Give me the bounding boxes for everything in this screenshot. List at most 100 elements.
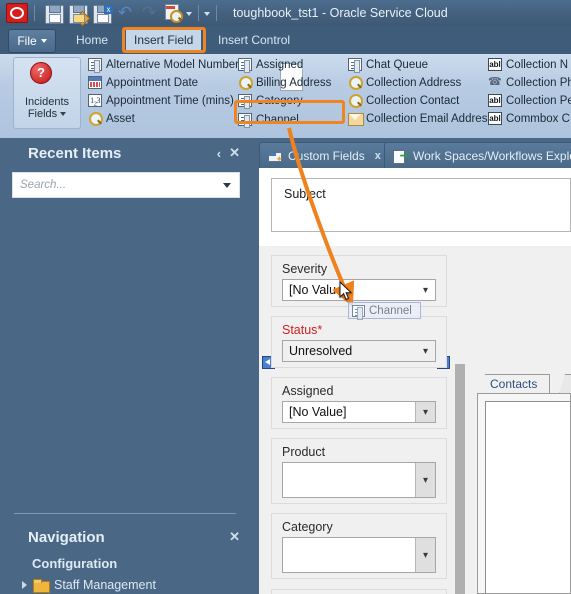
form-field-category[interactable]: Category ▾ xyxy=(271,513,447,579)
tab-home[interactable]: Home xyxy=(68,29,116,51)
category-value xyxy=(283,538,415,572)
status-value: Unresolved xyxy=(289,344,353,358)
toolbar-separator xyxy=(34,5,35,21)
field-label: Alternative Model Number xyxy=(106,58,239,71)
chevron-left-icon[interactable]: ‹ xyxy=(217,146,221,161)
field-label: Collection Contact xyxy=(366,94,460,107)
contacts-grid[interactable] xyxy=(485,401,570,593)
contacts-panel: Contacts xyxy=(465,364,571,594)
chevron-down-icon[interactable] xyxy=(223,182,231,188)
vertical-splitter[interactable] xyxy=(455,364,465,594)
tab-contacts-next[interactable] xyxy=(559,374,571,395)
ribbon-column-3: Chat Queue Collection Address Collection… xyxy=(348,56,493,128)
save-icon[interactable] xyxy=(43,3,64,24)
recent-items-title: Recent Items xyxy=(28,144,122,162)
text-abl-icon: abl xyxy=(488,112,502,125)
preview-icon[interactable] xyxy=(163,3,183,23)
redo-icon[interactable]: ↷ xyxy=(139,3,159,23)
field-collection-contact[interactable]: Collection Contact xyxy=(348,92,493,109)
save-and-edit-icon[interactable] xyxy=(67,3,91,27)
field-collection-name[interactable]: abl Collection N xyxy=(488,56,571,73)
close-icon[interactable]: ✕ xyxy=(229,529,240,545)
form-field-product[interactable]: Product ▾ xyxy=(271,438,447,504)
combobox-icon xyxy=(352,304,365,320)
form-field-partial[interactable] xyxy=(271,589,447,594)
tab-insert-control[interactable]: Insert Control xyxy=(210,29,298,51)
tab-contacts[interactable]: Contacts xyxy=(477,374,551,395)
category-label: Category xyxy=(282,520,333,534)
form-field-status[interactable]: Status* Unresolved ▾ xyxy=(271,316,447,368)
tab-custom-fields[interactable]: ✦ Custom Fields x xyxy=(259,142,390,169)
customize-quick-access-icon[interactable] xyxy=(203,4,212,22)
navigation-subtitle: Configuration xyxy=(32,555,118,571)
toolbar-separator xyxy=(198,5,199,21)
field-appointment-date[interactable]: Appointment Date xyxy=(88,74,239,91)
field-billing-address[interactable]: Billing Address xyxy=(238,74,331,91)
drag-ghost-channel: Channel xyxy=(348,302,421,320)
folder-icon xyxy=(33,579,50,593)
field-chat-queue[interactable]: Chat Queue xyxy=(348,56,493,73)
navigation-panel: Navigation ✕ Configuration Staff Managem… xyxy=(0,522,250,594)
tab-insert-field[interactable]: Insert Field xyxy=(126,29,202,51)
field-asset[interactable]: Asset xyxy=(88,110,239,127)
product-label: Product xyxy=(282,445,326,459)
search-icon xyxy=(238,76,253,90)
category-combobox[interactable]: ▾ xyxy=(282,537,436,573)
window-title: toughbook_tst1 - Oracle Service Cloud xyxy=(233,6,448,20)
field-collection-email-address[interactable]: Collection Email Address xyxy=(348,110,493,127)
severity-combobox[interactable]: [No Value] ▾ xyxy=(282,279,436,301)
subject-field[interactable]: Subject xyxy=(271,178,571,232)
design-canvas[interactable]: Subject Severity [No Value] ▾ Status* Un… xyxy=(259,168,571,594)
field-appointment-time[interactable]: 123 Appointment Time (mins) xyxy=(88,92,239,109)
nav-item-staff-management[interactable]: Staff Management xyxy=(0,574,250,594)
field-assigned[interactable]: Assigned xyxy=(238,56,331,73)
assigned-value: [No Value] xyxy=(289,405,347,419)
chevron-down-icon[interactable]: ▾ xyxy=(416,280,435,300)
field-commbox[interactable]: abl Commbox C xyxy=(488,110,571,127)
combobox-icon xyxy=(348,58,362,73)
undo-icon[interactable]: ↶ xyxy=(115,3,135,23)
search-input[interactable]: Search... xyxy=(12,172,240,198)
status-combobox[interactable]: Unresolved ▾ xyxy=(282,340,436,362)
tab-workspaces-workflows-explorer[interactable]: ➞ Work Spaces/Workflows Explo xyxy=(384,142,571,169)
tab-close-icon[interactable]: x xyxy=(375,150,381,162)
ribbon-column-4: abl Collection N ☎ Collection Ph abl Col… xyxy=(488,56,571,128)
field-collection-address[interactable]: Collection Address xyxy=(348,74,493,91)
field-label: Collection Pe xyxy=(506,94,571,107)
number-icon: 123 xyxy=(88,94,102,108)
search-icon xyxy=(348,76,363,90)
file-menu-button[interactable]: File xyxy=(8,29,56,53)
incidents-fields-button[interactable]: ? Incidents Fields xyxy=(13,57,303,129)
preview-dropdown-icon[interactable] xyxy=(185,4,194,22)
save-and-close-icon[interactable]: x xyxy=(91,3,113,24)
field-label: Collection N xyxy=(506,58,568,71)
calendar-icon xyxy=(88,76,102,89)
form-field-severity[interactable]: Severity [No Value] ▾ xyxy=(271,255,447,307)
chevron-down-icon xyxy=(40,39,47,43)
close-icon[interactable]: ✕ xyxy=(229,145,240,161)
assigned-combobox[interactable]: [No Value] ▾ xyxy=(282,401,436,423)
chevron-down-icon[interactable]: ▾ xyxy=(415,402,435,422)
triangle-right-icon[interactable] xyxy=(22,581,27,589)
chevron-down-icon[interactable]: ▾ xyxy=(415,463,435,497)
ribbon-panel: ? Incidents Fields Alternative Model Num… xyxy=(0,54,571,176)
combobox-icon xyxy=(238,58,252,73)
recent-items-header: Recent Items ‹ ✕ xyxy=(0,138,250,168)
contacts-panel-body xyxy=(477,393,571,594)
toolbar-separator xyxy=(216,5,217,21)
form-field-assigned[interactable]: Assigned [No Value] ▾ xyxy=(271,377,447,429)
product-combobox[interactable]: ▾ xyxy=(282,462,436,498)
field-label: Collection Address xyxy=(366,76,462,89)
chevron-down-icon[interactable]: ▾ xyxy=(415,538,435,572)
chevron-down-icon[interactable]: ▾ xyxy=(416,341,435,361)
nav-item-label: Staff Management xyxy=(54,578,156,592)
field-alternative-model-number[interactable]: Alternative Model Number xyxy=(88,56,239,73)
field-collection-phone[interactable]: ☎ Collection Ph xyxy=(488,74,571,91)
field-collection-person[interactable]: abl Collection Pe xyxy=(488,92,571,109)
ribbon-tab-strip: File Home Insert Field Insert Control xyxy=(0,26,571,54)
email-icon xyxy=(348,112,364,126)
severity-label: Severity xyxy=(282,262,328,276)
field-label: Appointment Time (mins) xyxy=(106,94,234,107)
field-label: Collection Ph xyxy=(506,76,571,89)
oracle-logo-icon xyxy=(6,3,28,23)
